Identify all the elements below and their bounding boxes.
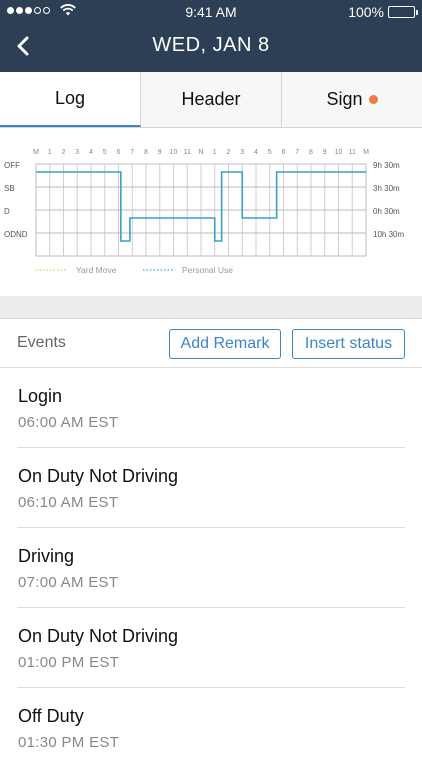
row-label: ODND: [4, 230, 28, 239]
event-name: On Duty Not Driving: [18, 466, 179, 486]
row-total: 3h 30m: [373, 184, 400, 193]
legend-label: Personal Use: [182, 265, 233, 275]
event-list: Login 06:00 AM EST On Duty Not Driving 0…: [0, 368, 422, 768]
hour-tick-label: 5: [268, 149, 272, 156]
status-bar: 9:41 AM 100%: [0, 0, 422, 24]
tab-bar: Log Header Sign: [0, 72, 422, 128]
hour-tick-label: 7: [130, 149, 134, 156]
hour-tick-label: 7: [295, 149, 299, 156]
battery-percent: 100%: [348, 4, 384, 20]
list-item[interactable]: Driving 07:00 AM EST: [17, 528, 405, 608]
hour-tick-label: 2: [227, 149, 231, 156]
hour-tick-label: 3: [240, 149, 244, 156]
row-total: 9h 30m: [373, 161, 400, 170]
event-time: 06:00 AM EST: [18, 414, 119, 431]
row-label: OFF: [4, 161, 20, 170]
insert-status-button[interactable]: Insert status: [292, 329, 405, 359]
notification-dot-icon: [368, 95, 378, 104]
event-time: 06:10 AM EST: [18, 494, 119, 511]
hour-tick-label: 9: [323, 149, 327, 156]
hour-tick-label: N: [198, 149, 203, 156]
hour-tick-label: 6: [117, 149, 121, 156]
list-item[interactable]: Login 06:00 AM EST: [17, 368, 405, 448]
hour-tick-label: 4: [254, 149, 258, 156]
event-time: 07:00 AM EST: [18, 574, 119, 591]
log-grid-chart: M 1 2 3 4 5 6 7 8 9 10 11 N 1 2 3 4 5 6 7 8 9 10 11 M OFF 9h 30m SB…: [4, 149, 404, 275]
hour-tick-label: 9: [158, 149, 162, 156]
row-label: SB: [4, 184, 15, 193]
add-remark-button[interactable]: Add Remark: [169, 329, 281, 359]
hour-tick-label: 5: [103, 149, 107, 156]
tab-log[interactable]: Log: [0, 72, 141, 127]
hour-tick-label: 11: [349, 149, 356, 156]
hour-tick-label: 10: [335, 149, 343, 156]
tab-label: Header: [181, 89, 241, 109]
row-label: D: [4, 207, 10, 216]
page-title: WED, JAN 8: [152, 34, 270, 56]
event-name: On Duty Not Driving: [18, 626, 179, 646]
tab-label: Sign: [326, 89, 363, 109]
hour-tick-label: 1: [213, 149, 217, 156]
events-label: Events: [17, 334, 66, 351]
battery-icon: [388, 6, 418, 18]
tab-label: Log: [54, 88, 86, 108]
legend-label: Yard Move: [76, 265, 117, 275]
hour-tick-label: 2: [62, 149, 66, 156]
event-name: Off Duty: [18, 706, 84, 726]
row-total: 10h 30m: [373, 230, 404, 239]
hour-tick-label: 8: [144, 149, 148, 156]
section-divider: [0, 296, 422, 318]
tab-header[interactable]: Header: [141, 72, 282, 127]
nav-header: 9:41 AM 100% WED, JAN 8: [0, 0, 422, 72]
list-item[interactable]: Off Duty 01:30 PM EST: [17, 688, 405, 768]
hour-tick-label: 10: [170, 149, 178, 156]
event-name: Driving: [18, 546, 75, 566]
hour-tick-label: M: [33, 149, 39, 156]
hour-tick-label: 3: [75, 149, 79, 156]
tab-sign[interactable]: Sign: [282, 72, 422, 127]
event-name: Login: [18, 386, 63, 406]
events-toolbar: Events Add Remark Insert status: [0, 318, 422, 368]
hour-tick-label: 4: [89, 149, 93, 156]
event-time: 01:00 PM EST: [18, 654, 120, 671]
event-time: 01:30 PM EST: [18, 734, 120, 751]
list-item[interactable]: On Duty Not Driving 01:00 PM EST: [17, 608, 405, 688]
list-item[interactable]: On Duty Not Driving 06:10 AM EST: [17, 448, 405, 528]
hour-tick-label: 11: [184, 149, 191, 156]
hour-tick-label: 6: [282, 149, 286, 156]
row-total: 0h 30m: [373, 207, 400, 216]
hour-tick-label: 1: [48, 149, 52, 156]
hour-tick-label: M: [363, 149, 369, 156]
hour-tick-label: 8: [309, 149, 313, 156]
battery-indicator: 100%: [348, 4, 418, 20]
